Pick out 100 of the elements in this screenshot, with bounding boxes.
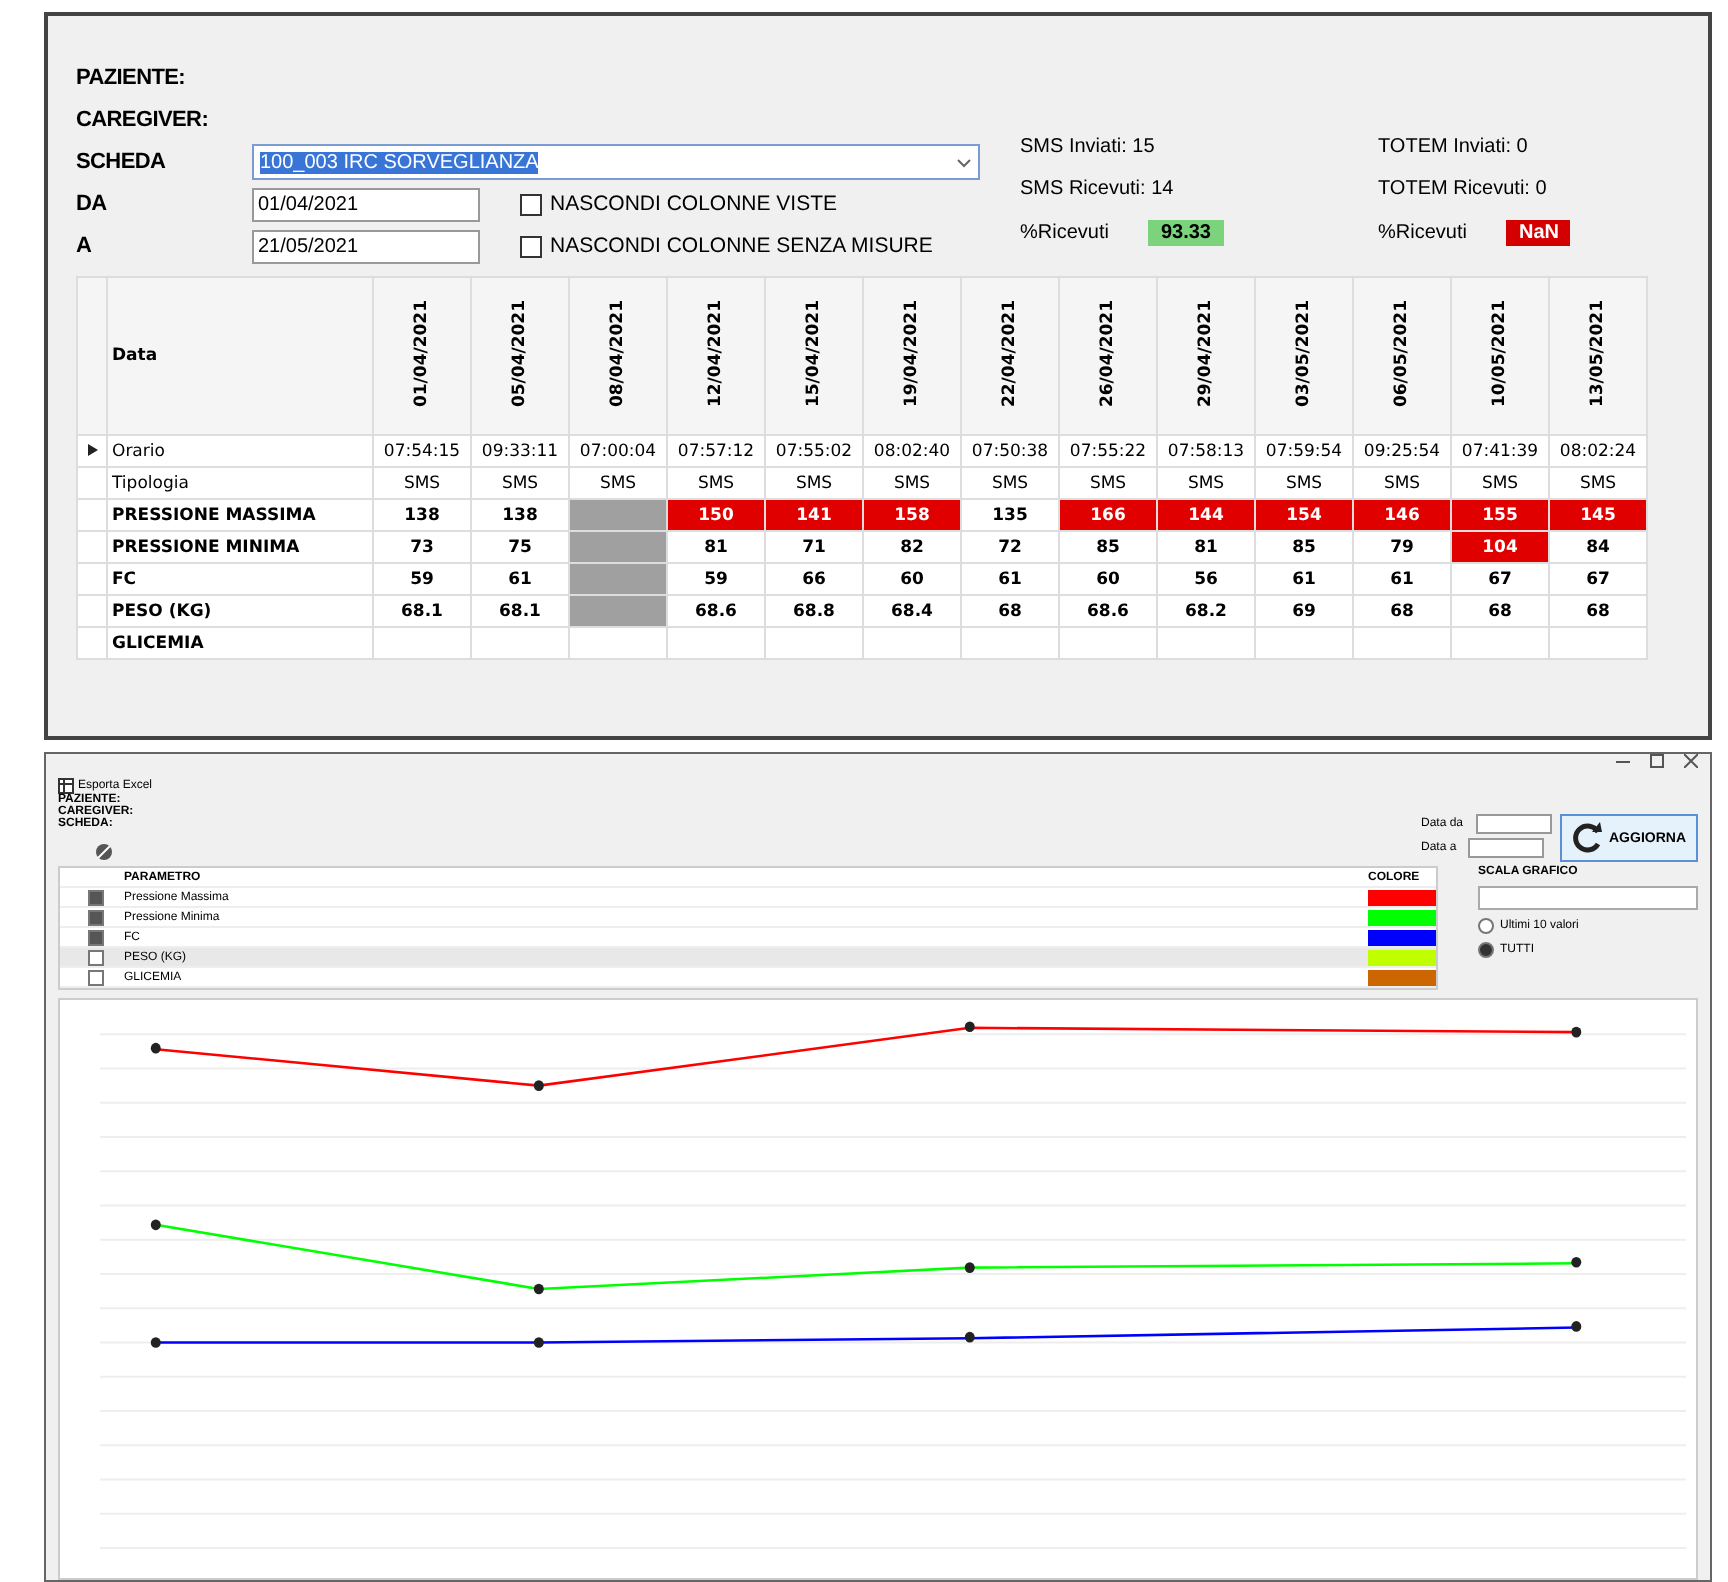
table-cell: 08:02:24 [1549, 435, 1647, 467]
table-cell: 68.4 [863, 595, 961, 627]
stat-text: SMS Inviati: 15 [1020, 136, 1157, 158]
column-header: 29/04/2021 [1196, 299, 1216, 407]
dropdown-caret-icon [956, 157, 972, 167]
table-cell: 68 [1353, 595, 1451, 627]
table-cell: 07:50:38 [961, 435, 1059, 467]
date-field[interactable] [1468, 838, 1545, 858]
table-cell: 85 [1059, 531, 1157, 563]
table-cell: 56 [1157, 563, 1255, 595]
table-cell: 07:00:04 [569, 435, 667, 467]
row-header: Tipologia [107, 467, 373, 499]
field-label: CAREGIVER: [76, 108, 211, 132]
stat-text: TOTEM Inviati: 0 [1378, 136, 1530, 158]
checkbox[interactable]: NASCONDI COLONNE VISTE [520, 192, 838, 216]
scheda-dropdown[interactable]: 100_003 IRC SORVEGLIANZA [252, 144, 980, 180]
table-cell: 09:33:11 [471, 435, 569, 467]
field-label: A [76, 234, 94, 258]
table-cell: 82 [863, 531, 961, 563]
table-cell: 73 [373, 531, 471, 563]
column-header: 08/04/2021 [608, 299, 628, 407]
table-cell: SMS [373, 467, 471, 499]
table-cell: 68.6 [1059, 595, 1157, 627]
table-cell: 07:58:13 [1157, 435, 1255, 467]
checkbox[interactable] [88, 969, 104, 985]
date-field[interactable] [1475, 814, 1551, 834]
table-cell: 61 [961, 563, 1059, 595]
column-header: 03/05/2021 [1294, 299, 1314, 407]
table-cell: 07:59:54 [1255, 435, 1353, 467]
table-cell: 08:02:40 [863, 435, 961, 467]
table-cell: 154 [1255, 499, 1353, 531]
field-label: PAZIENTE: [76, 66, 188, 90]
table-cell: 61 [1255, 563, 1353, 595]
row-pointer-icon [87, 443, 97, 455]
table-cell: 67 [1549, 563, 1647, 595]
row-header: PRESSIONE MASSIMA [107, 499, 373, 531]
date-field[interactable]: 01/04/2021 [252, 187, 480, 221]
table-cell: 07:55:02 [765, 435, 863, 467]
table-cell: 141 [765, 499, 863, 531]
table-cell: 07:54:15 [373, 435, 471, 467]
table-cell: 07:41:39 [1451, 435, 1549, 467]
eraser-icon[interactable] [94, 842, 114, 862]
column-header: 01/04/2021 [412, 299, 432, 407]
close-icon[interactable] [1684, 754, 1698, 768]
column-header: Data [107, 277, 373, 435]
percent-badge: 93.33 [1148, 220, 1223, 246]
table-cell: 68.2 [1157, 595, 1255, 627]
table-cell: 144 [1157, 499, 1255, 531]
table-cell: 155 [1451, 499, 1549, 531]
table-cell: 68 [1451, 595, 1549, 627]
checkbox[interactable] [88, 949, 104, 965]
table-cell: 60 [1059, 563, 1157, 595]
table-cell: 81 [667, 531, 765, 563]
table-cell: 68 [961, 595, 1059, 627]
column-header: 13/05/2021 [1588, 299, 1608, 407]
table-cell: 145 [1549, 499, 1647, 531]
table-cell: 71 [765, 531, 863, 563]
column-header: 10/05/2021 [1490, 299, 1510, 407]
column-header: 19/04/2021 [902, 299, 922, 407]
table-cell: 166 [1059, 499, 1157, 531]
stat-text: TOTEM Ricevuti: 0 [1378, 178, 1549, 200]
table-cell: 81 [1157, 531, 1255, 563]
checkbox[interactable] [88, 909, 104, 925]
table-cell: 68.1 [373, 595, 471, 627]
column-header: 05/04/2021 [510, 299, 530, 407]
table-cell: 85 [1255, 531, 1353, 563]
column-header: 12/04/2021 [706, 299, 726, 407]
table-cell: 59 [373, 563, 471, 595]
checkbox[interactable] [88, 929, 104, 945]
date-field[interactable]: 21/05/2021 [252, 229, 480, 263]
maximize-icon[interactable] [1650, 754, 1664, 768]
field-label: DA [76, 192, 109, 216]
column-header: 22/04/2021 [1000, 299, 1020, 407]
table-cell: 104 [1451, 531, 1549, 563]
table-cell: 59 [667, 563, 765, 595]
table-cell: 146 [1353, 499, 1451, 531]
table-cell: 66 [765, 563, 863, 595]
stat-label: %Ricevuti [1020, 222, 1109, 244]
checkbox[interactable]: NASCONDI COLONNE SENZA MISURE [520, 234, 933, 258]
table-cell: 09:25:54 [1353, 435, 1451, 467]
table-cell: 68 [1549, 595, 1647, 627]
table-cell: 07:57:12 [667, 435, 765, 467]
table-cell: 84 [1549, 531, 1647, 563]
table-cell: 07:55:22 [1059, 435, 1157, 467]
column-header: 26/04/2021 [1098, 299, 1118, 407]
row-header: PESO (KG) [107, 595, 373, 627]
stat-label: %Ricevuti [1378, 222, 1467, 244]
spreadsheet-icon [58, 778, 74, 794]
table-cell: 69 [1255, 595, 1353, 627]
table-cell: 67 [1451, 563, 1549, 595]
table-cell: 138 [373, 499, 471, 531]
row-header: GLICEMIA [107, 627, 373, 659]
table-cell: 158 [863, 499, 961, 531]
column-header: 06/05/2021 [1392, 299, 1412, 407]
column-header: 15/04/2021 [804, 299, 824, 407]
stat-text: SMS Ricevuti: 14 [1020, 178, 1176, 200]
table-cell: SMS [471, 467, 569, 499]
checkbox[interactable] [88, 889, 104, 905]
table-cell: 61 [1353, 563, 1451, 595]
table-cell: 68.8 [765, 595, 863, 627]
